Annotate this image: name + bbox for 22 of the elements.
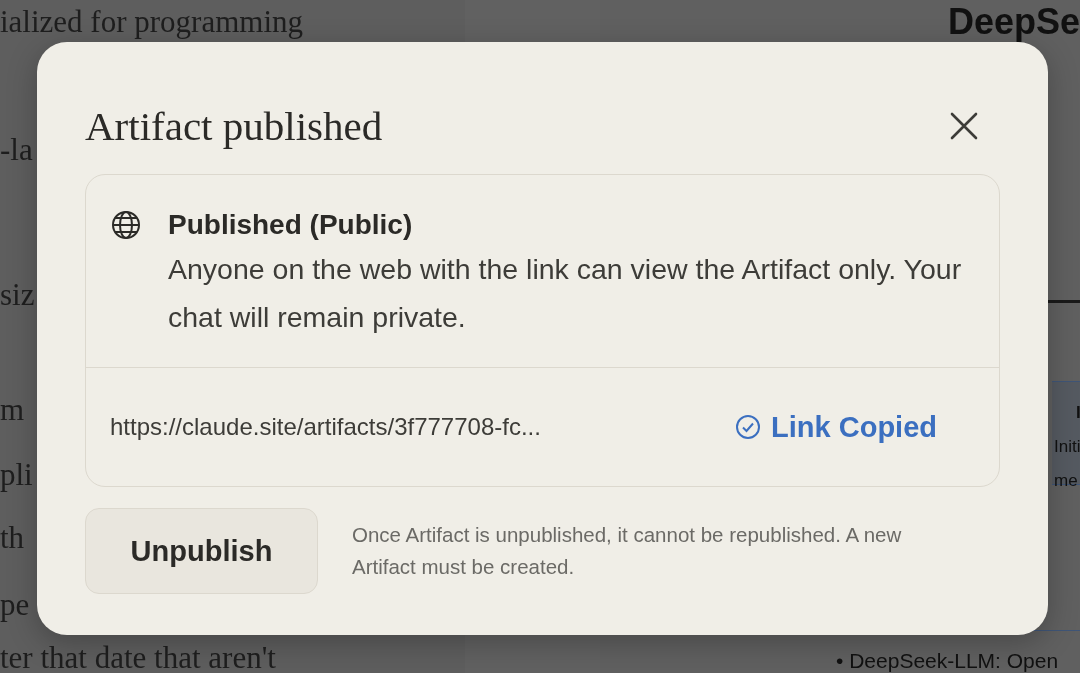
unpublish-note: Once Artifact is unpublished, it cannot be republished. A new Artifact must be created. <box>352 522 903 580</box>
artifact-url: https://claude.site/artifacts/3f777708-fc... <box>110 413 541 441</box>
background-text: m <box>0 392 25 428</box>
background-heading: DeepSe <box>948 2 1080 42</box>
background-text: Initi <box>1054 436 1080 458</box>
background-text: ialized for programming <box>0 4 303 40</box>
copy-link-button[interactable]: Link Copied <box>735 410 937 444</box>
background-text: th <box>0 520 25 556</box>
status-heading: Published (Public) <box>168 208 414 242</box>
background-text: ter that date that aren't <box>0 640 276 673</box>
dialog-title: Artifact published <box>85 102 383 150</box>
background-text: I <box>1076 402 1080 424</box>
background-text: • DeepSeek-LLM: Open <box>836 649 1060 673</box>
background-text: me <box>1054 470 1078 492</box>
globe-icon <box>110 209 142 241</box>
background-text: pe <box>0 587 30 623</box>
unpublish-button[interactable]: Unpublish <box>85 508 318 594</box>
background-text: -la <box>0 132 33 168</box>
background-text: pli <box>0 457 33 493</box>
check-circle-icon <box>735 414 762 440</box>
status-description: Anyone on the web with the link can view the Artifact only. Your chat will remain private. <box>168 252 963 335</box>
background-text: siz <box>0 277 35 313</box>
